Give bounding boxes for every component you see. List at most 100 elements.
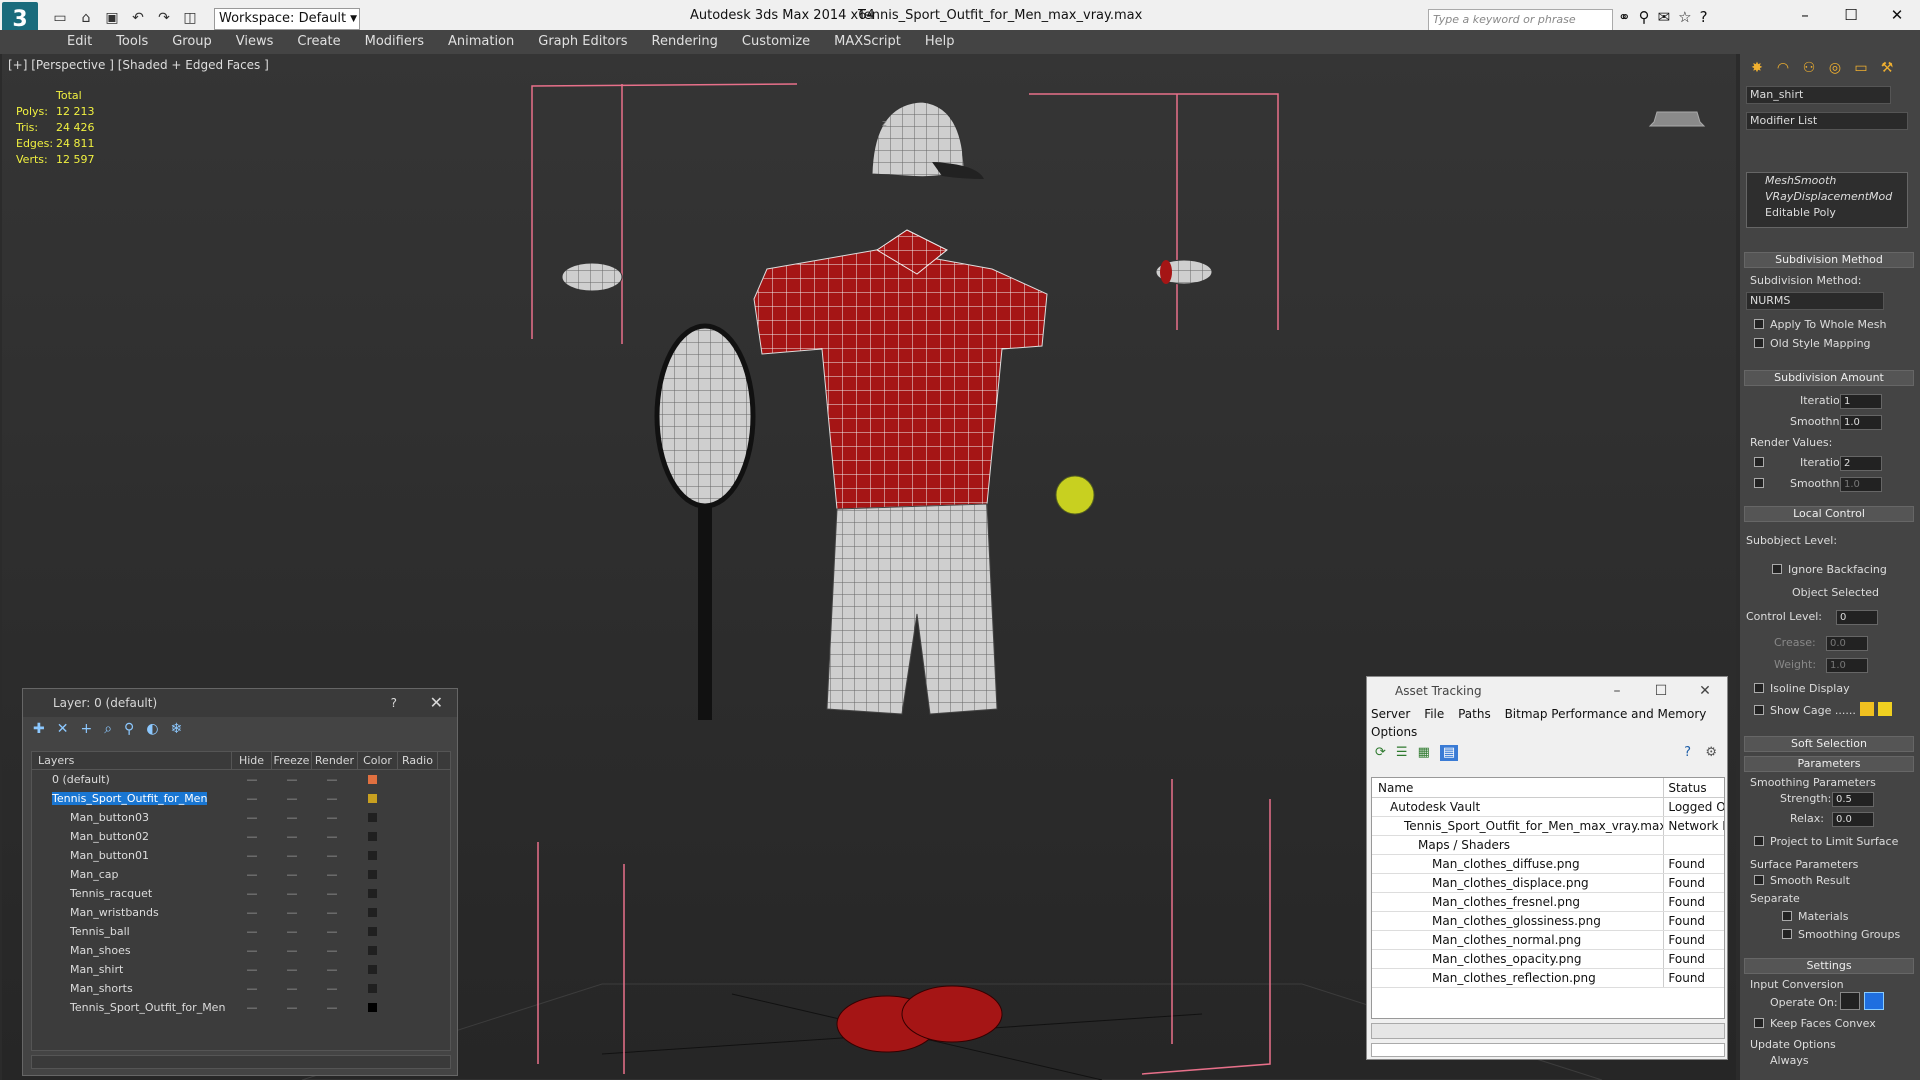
menu-options[interactable]: Options [1371,725,1417,739]
freeze-toggle[interactable]: — [272,998,312,1017]
menu-edit[interactable]: Edit [55,30,104,54]
strength-spinner[interactable]: 0.5 [1832,792,1874,807]
undo-icon[interactable]: ↶ [128,8,148,28]
show-cage-checkbox[interactable] [1754,705,1764,715]
help-button[interactable]: ? [391,689,397,717]
smoothing-groups-checkbox[interactable] [1782,929,1792,939]
asset-row[interactable]: Man_clothes_displace.png Found [1372,874,1724,893]
stack-item-meshsmooth[interactable]: MeshSmooth [1747,173,1907,189]
close-icon[interactable]: ✕ [1683,677,1727,705]
communication-icon[interactable]: ✉ [1658,8,1671,26]
hide-toggle[interactable]: — [232,922,272,941]
menu-paths[interactable]: Paths [1458,707,1491,721]
menu-help[interactable]: Help [913,30,967,54]
layer-row[interactable]: Man_button01— — — [32,846,450,865]
freeze-toggle[interactable]: — [272,903,312,922]
modify-tab-icon[interactable]: ◠ [1772,58,1794,78]
rollout-subdivision-amount[interactable]: Subdivision Amount [1744,370,1914,386]
col-color[interactable]: Color [358,752,398,769]
object-name-input[interactable]: Man_shirt [1746,86,1891,104]
col-hide[interactable]: Hide [232,752,272,769]
delete-layer-icon[interactable]: ✕ [57,721,69,741]
apply-whole-mesh-checkbox[interactable] [1754,319,1764,329]
asset-row[interactable]: Man_clothes_fresnel.png Found [1372,893,1724,912]
new-file-icon[interactable]: ▭ [50,8,70,28]
layer-row[interactable]: Tennis_Sport_Outfit_for_Men — — — [32,998,450,1017]
create-layer-icon[interactable]: ✚ [33,721,45,741]
open-file-icon[interactable]: ⌂ [76,8,96,28]
smooth-result-checkbox[interactable] [1754,875,1764,885]
rollout-parameters[interactable]: Parameters [1744,756,1914,772]
settings-icon[interactable]: ⚙ [1705,745,1717,760]
crease-spinner[interactable]: 0.0 [1826,636,1868,651]
asset-row[interactable]: Man_clothes_normal.png Found [1372,931,1724,950]
menu-modifiers[interactable]: Modifiers [353,30,436,54]
old-style-mapping-checkbox[interactable] [1754,338,1764,348]
hide-toggle[interactable]: — [232,808,272,827]
asset-horizontal-scrollbar[interactable] [1371,1023,1725,1039]
layer-row[interactable]: Man_button02— — — [32,827,450,846]
minimize-icon[interactable]: – [1782,0,1828,30]
hide-toggle[interactable]: — [232,827,272,846]
motion-tab-icon[interactable]: ◎ [1824,58,1846,78]
materials-checkbox[interactable] [1782,911,1792,921]
freeze-toggle[interactable]: — [272,846,312,865]
asset-row[interactable]: Man_clothes_opacity.png Found [1372,950,1724,969]
render-toggle[interactable]: — [312,903,352,922]
menu-rendering[interactable]: Rendering [640,30,730,54]
layer-color-swatch[interactable] [367,965,377,974]
layer-row[interactable]: Man_shoes — — — [32,941,450,960]
render-toggle[interactable]: — [312,884,352,903]
create-tab-icon[interactable]: ✸ [1746,58,1768,78]
project-limit-surface-checkbox[interactable] [1754,836,1764,846]
list-view-icon[interactable]: ☰ [1396,745,1408,761]
redo-icon[interactable]: ↷ [154,8,174,28]
render-toggle[interactable]: — [312,941,352,960]
asset-window-titlebar[interactable]: Asset Tracking – ☐ ✕ [1367,677,1727,705]
maximize-icon[interactable]: ☐ [1639,677,1683,705]
modifier-list-dropdown[interactable]: Modifier List [1746,112,1908,130]
freeze-toggle[interactable]: — [272,884,312,903]
layer-color-swatch[interactable] [367,832,377,841]
freeze-toggle[interactable]: — [272,960,312,979]
menu-group[interactable]: Group [160,30,224,54]
layer-row[interactable]: 0 (default) — — — [32,770,450,789]
render-toggle[interactable]: — [312,789,352,808]
layer-row[interactable]: Man_shorts — — — [32,979,450,998]
menu-graph-editors[interactable]: Graph Editors [526,30,639,54]
hide-toggle[interactable]: — [232,846,272,865]
workspace-dropdown[interactable]: Workspace: Default ▼ [214,8,360,30]
project-folder-icon[interactable]: ◫ [180,8,200,28]
layer-color-swatch[interactable] [367,813,377,822]
keep-faces-convex-checkbox[interactable] [1754,1018,1764,1028]
asset-row[interactable]: Man_clothes_reflection.png Found [1372,969,1724,988]
render-iterations-spinner[interactable]: 2 [1840,456,1882,471]
menu-customize[interactable]: Customize [730,30,822,54]
rollout-soft-selection[interactable]: Soft Selection [1744,736,1914,752]
stack-item-editable-poly[interactable]: Editable Poly [1747,205,1907,221]
col-radio[interactable]: Radio [398,752,438,769]
render-toggle[interactable]: — [312,998,352,1017]
layer-row[interactable]: Tennis_Sport_Outfit_for_Men — — — [32,789,450,808]
hide-toggle[interactable]: — [232,903,272,922]
layer-color-swatch[interactable] [367,870,377,879]
highlight-layer-icon[interactable]: ⚲ [124,721,134,741]
menu-server[interactable]: Server [1371,707,1410,721]
menu-file[interactable]: File [1424,707,1444,721]
freeze-toggle[interactable]: — [272,979,312,998]
hide-toggle[interactable]: — [232,865,272,884]
freeze-toggle[interactable]: — [272,789,312,808]
binoculars-icon[interactable]: ⚭ [1618,8,1631,26]
render-toggle[interactable]: — [312,960,352,979]
weight-spinner[interactable]: 1.0 [1826,658,1868,673]
render-toggle[interactable]: — [312,865,352,884]
close-icon[interactable]: ✕ [430,689,443,717]
favorites-star-icon[interactable]: ☆ [1678,8,1691,26]
col-status[interactable]: Status [1664,778,1724,797]
relax-spinner[interactable]: 0.0 [1832,812,1874,827]
operate-on-faces-button[interactable] [1840,992,1860,1010]
close-icon[interactable]: ✕ [1874,0,1920,30]
maximize-icon[interactable]: ☐ [1828,0,1874,30]
menu-tools[interactable]: Tools [104,30,160,54]
layer-color-swatch[interactable] [367,984,377,993]
